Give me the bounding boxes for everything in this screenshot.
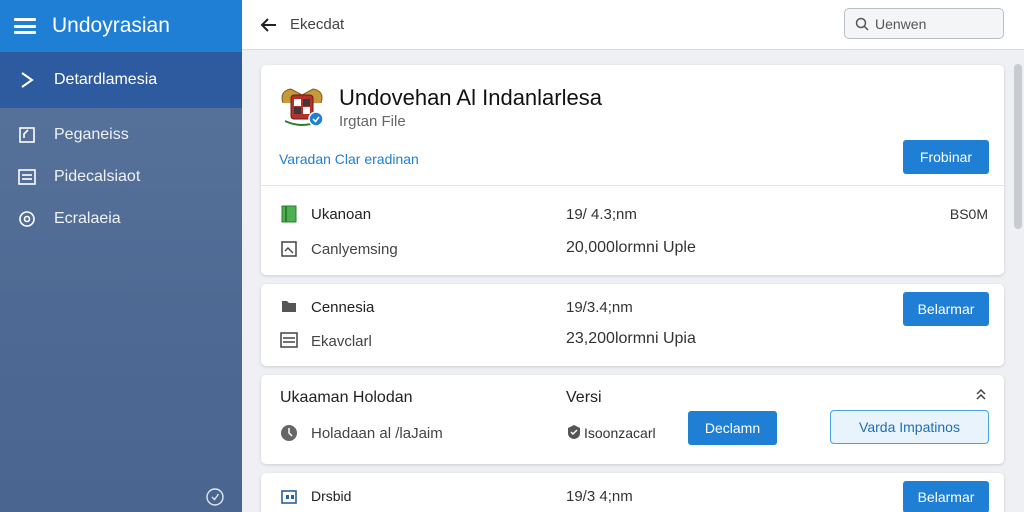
- search-placeholder: Uenwen: [875, 15, 927, 32]
- page-title: Ekecdat: [290, 16, 345, 33]
- version-label: Versi: [566, 389, 602, 406]
- sidebar-item-label: Ecralaeia: [54, 210, 121, 227]
- row-value: Isoonzacarl: [584, 425, 656, 441]
- row-value: 19/3 4;nm: [566, 488, 633, 505]
- green-book-icon: [280, 205, 298, 223]
- bottom-card: Drsbid 19/3 4;nm Belarmar: [261, 473, 1004, 512]
- header-card: Undovehan Al Indanlarlesa Irgtan File Va…: [261, 65, 1004, 275]
- settings-icon: [16, 208, 38, 230]
- row-label: Holadaan al /laJaim: [311, 425, 443, 442]
- building-icon: [280, 487, 298, 505]
- version-card: Ukaaman Holodan Versi Holadaan al /laJai…: [261, 375, 1004, 464]
- sidebar-item-peganeiss[interactable]: Peganeiss: [0, 114, 242, 156]
- document-icon: [280, 331, 298, 349]
- belarmar-button-2[interactable]: Belarmar: [903, 481, 989, 512]
- clock-icon: [280, 424, 298, 442]
- row-value: 19/ 4.3;nm: [566, 206, 637, 223]
- sidebar-item-label: Peganeiss: [54, 126, 129, 143]
- help-icon[interactable]: [205, 487, 225, 507]
- header-link[interactable]: Varadan Clar eradinan: [279, 151, 419, 167]
- org-title: Undovehan Al Indanlarlesa: [339, 85, 602, 110]
- sidebar-item-label: Detardlamesia: [54, 71, 158, 88]
- varda-impatinos-button[interactable]: Varda Impatinos: [830, 410, 989, 444]
- row-extra: BS0M: [949, 206, 988, 222]
- row-label: Drsbid: [311, 488, 352, 504]
- calendar-icon: [280, 240, 298, 258]
- sidebar-item-ecralaeia[interactable]: Ecralaeia: [0, 198, 242, 240]
- app-title: Undoyrasian: [52, 14, 170, 37]
- row-label: Canlyemsing: [311, 241, 398, 258]
- org-subtitle: Irgtan File: [339, 113, 406, 130]
- emblem-logo: [277, 81, 327, 131]
- collapse-icon[interactable]: [974, 388, 988, 402]
- search-icon: [855, 17, 869, 31]
- detail-card: Cennesia 19/3.4;nm Belarmar Ekavclarl 23…: [261, 284, 1004, 366]
- declamn-button[interactable]: Declamn: [688, 411, 777, 445]
- chevron-right-icon: [16, 69, 38, 91]
- row-label: Ekavclarl: [311, 333, 372, 350]
- sidebar: Undoyrasian Detardlamesia Peganeiss Pide…: [0, 0, 242, 512]
- shield-check-icon: [566, 424, 584, 442]
- frobinar-button[interactable]: Frobinar: [903, 140, 989, 174]
- folder-icon: [280, 297, 298, 315]
- row-value: 20,000lormni Uple: [566, 239, 696, 256]
- menu-icon[interactable]: [14, 18, 36, 34]
- row-label: Ukanoan: [311, 206, 372, 223]
- divider: [261, 185, 1004, 186]
- card-title: Ukaaman Holodan: [280, 389, 413, 406]
- top-bar: Ekecdat Uenwen: [242, 0, 1024, 50]
- back-arrow-icon[interactable]: [260, 16, 278, 34]
- row-value: 23,200lormni Upia: [566, 330, 696, 347]
- sidebar-item-label: Pidecalsiaot: [54, 168, 141, 185]
- row-label: Cennesia: [311, 299, 375, 316]
- belarmar-button[interactable]: Belarmar: [903, 292, 989, 326]
- scrollbar[interactable]: [1014, 64, 1022, 229]
- sidebar-item-active[interactable]: Detardlamesia: [0, 52, 242, 108]
- document-edit-icon: [16, 124, 38, 146]
- list-icon: [16, 166, 38, 188]
- search-input[interactable]: Uenwen: [844, 8, 1004, 39]
- sidebar-item-pidecalsiaot[interactable]: Pidecalsiaot: [0, 156, 242, 198]
- sidebar-header: Undoyrasian: [0, 0, 242, 52]
- row-value: 19/3.4;nm: [566, 299, 633, 316]
